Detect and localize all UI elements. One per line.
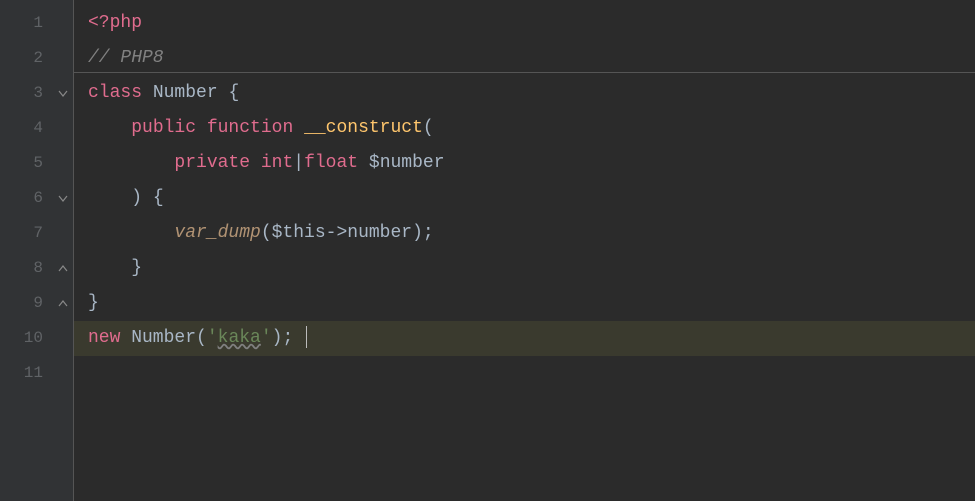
comment: // PHP8 xyxy=(88,48,164,68)
function-call: var_dump xyxy=(174,223,260,243)
fold-spacer xyxy=(57,216,69,251)
fold-spacer xyxy=(57,146,69,181)
fold-open-icon[interactable] xyxy=(57,181,69,216)
indent xyxy=(88,153,174,173)
fold-close-icon[interactable] xyxy=(57,286,69,321)
code-line[interactable]: public function __construct( xyxy=(74,111,975,146)
code-line[interactable] xyxy=(74,356,975,391)
class-call: Number( xyxy=(120,328,206,348)
indent xyxy=(88,258,131,278)
variable: $number xyxy=(369,153,445,173)
indent xyxy=(88,118,131,138)
code-line[interactable]: ) { xyxy=(74,181,975,216)
magic-method: __construct xyxy=(304,118,423,138)
indent xyxy=(88,188,131,208)
type-float: float xyxy=(304,153,369,173)
paren-brace: ) { xyxy=(131,188,163,208)
fold-spacer xyxy=(57,41,69,76)
string-quote: ' xyxy=(261,328,272,348)
gutter: 1 2 3 4 5 6 7 8 9 10 11 xyxy=(0,0,74,501)
code-line[interactable]: <?php xyxy=(74,6,975,41)
keyword-function: function xyxy=(196,118,304,138)
paren: ( xyxy=(261,223,272,243)
string-literal-warning: kaka xyxy=(218,328,261,348)
keyword-public: public xyxy=(131,118,196,138)
code-line[interactable]: var_dump($this->number); xyxy=(74,216,975,251)
code-line[interactable]: class Number { xyxy=(74,76,975,111)
fold-open-icon[interactable] xyxy=(57,76,69,111)
fold-spacer xyxy=(57,111,69,146)
class-name: Number xyxy=(142,83,228,103)
line-number[interactable]: 10 xyxy=(0,321,73,356)
brace: } xyxy=(131,258,142,278)
fold-spacer xyxy=(57,6,69,41)
string-quote: ' xyxy=(207,328,218,348)
code-area[interactable]: <?php // PHP8 class Number { public func… xyxy=(74,0,975,501)
keyword-private: private xyxy=(174,153,250,173)
code-line[interactable]: private int|float $number xyxy=(74,146,975,181)
fold-markers xyxy=(57,6,69,321)
type-int: int xyxy=(250,153,293,173)
line-number[interactable]: 11 xyxy=(0,356,73,391)
pipe: | xyxy=(293,153,304,173)
text-cursor xyxy=(306,326,307,348)
this: $this xyxy=(272,223,326,243)
paren-semi: ); xyxy=(412,223,434,243)
brace: { xyxy=(228,83,239,103)
code-line-active[interactable]: new Number('kaka'); xyxy=(74,321,975,356)
paren-semi: ); xyxy=(272,328,304,348)
code-editor: 1 2 3 4 5 6 7 8 9 10 11 xyxy=(0,0,975,501)
keyword-new: new xyxy=(88,328,120,348)
arrow: -> xyxy=(326,223,348,243)
code-line[interactable]: } xyxy=(74,286,975,321)
code-line[interactable]: } xyxy=(74,251,975,286)
property: number xyxy=(347,223,412,243)
brace: } xyxy=(88,293,99,313)
php-open-tag: <?php xyxy=(88,13,142,33)
indent xyxy=(88,223,174,243)
code-line[interactable]: // PHP8 xyxy=(74,41,975,76)
fold-close-icon[interactable] xyxy=(57,251,69,286)
keyword-class: class xyxy=(88,83,142,103)
paren: ( xyxy=(423,118,434,138)
